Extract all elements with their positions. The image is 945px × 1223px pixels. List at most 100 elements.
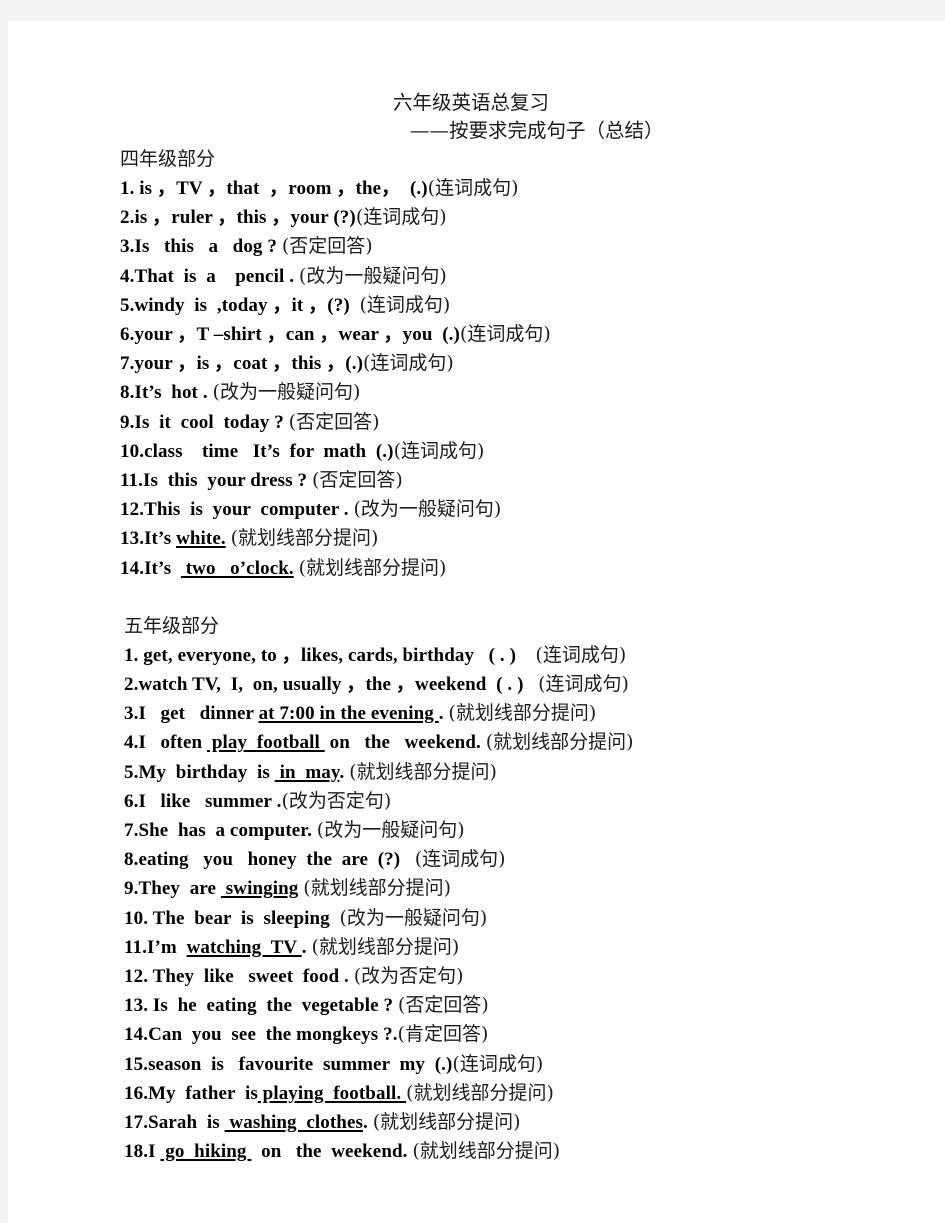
question-number: 11. <box>124 936 148 958</box>
question-underlined-text: at 7:00 in the evening <box>258 703 439 725</box>
question-text-before: your ，is ，coat ，this ，(.) <box>134 353 364 375</box>
question-item: 9.Is it cool today ? (否定回答) <box>120 408 945 437</box>
question-number: 1. <box>120 178 135 199</box>
question-instruction: (否定回答) <box>288 410 380 433</box>
question-underlined-text: in may <box>274 761 340 783</box>
document-subtitle: ——按要求完成句子（总结） <box>410 119 664 142</box>
question-item: 10. The bear is sleeping (改为一般疑问句) <box>124 904 945 933</box>
section-heading-grade-4: 四年级部分 <box>120 148 216 170</box>
question-item: 3.Is this a dog ? (否定回答) <box>120 232 945 261</box>
question-text-before: This is your computer . <box>144 499 354 521</box>
question-item: 5.My birthday is in may. (就划线部分提问) <box>124 758 945 787</box>
question-item: 13.It’s white. (就划线部分提问) <box>120 524 945 553</box>
question-instruction: (改为一般疑问句) <box>339 906 488 929</box>
question-instruction: (改为否定句) <box>353 965 464 988</box>
question-text-before: My birthday is <box>138 761 275 783</box>
question-instruction: (就划线部分提问) <box>406 1081 554 1104</box>
question-item: 11.I’m watching TV . (就划线部分提问) <box>124 933 945 962</box>
question-instruction: (连词成句) <box>414 848 506 871</box>
question-text-before: It’s <box>144 557 181 579</box>
question-instruction: (就划线部分提问) <box>230 527 379 550</box>
question-text-before: I often <box>138 732 208 754</box>
question-text-before: It’s hot . <box>134 382 213 404</box>
question-number: 13. <box>120 528 145 550</box>
question-item: 8.It’s hot . (改为一般疑问句) <box>120 378 945 407</box>
question-instruction: (就划线部分提问) <box>349 760 497 783</box>
section-heading-grade-5: 五年级部分 <box>124 614 220 637</box>
question-instruction: (否定回答) <box>397 994 489 1017</box>
question-number: 10. <box>124 907 149 929</box>
question-number: 8. <box>120 382 135 404</box>
question-list-grade-5: 1. get, everyone, to ，likes, cards, birt… <box>124 641 945 1167</box>
question-underlined-text: washing clothes <box>224 1112 363 1134</box>
question-instruction: (肯定回答) <box>397 1023 489 1046</box>
question-text-before: I <box>148 1141 161 1163</box>
question-item: 4.That is a pencil . (改为一般疑问句) <box>120 262 945 291</box>
question-number: 14. <box>120 557 145 579</box>
question-instruction: (就划线部分提问) <box>412 1140 561 1163</box>
question-text-before: Is this a dog ? <box>134 236 282 258</box>
question-instruction: (连词成句) <box>452 1052 544 1075</box>
question-text-before: They are <box>138 878 221 900</box>
question-text-before: Is it cool today ? <box>134 411 289 433</box>
question-instruction: (改为一般疑问句) <box>298 264 447 287</box>
question-instruction: (连词成句) <box>427 177 519 199</box>
page-sheet: 六年级英语总复习 ——按要求完成句子（总结） 四年级部分 1. is ，TV ，… <box>8 21 945 1223</box>
question-text-before: I like summer . <box>138 790 282 812</box>
question-item: 1. is ，TV ，that ，room ，the， (.)(连词成句) <box>120 174 945 203</box>
question-instruction: (就划线部分提问) <box>303 877 452 900</box>
question-number: 17. <box>124 1112 149 1134</box>
question-number: 5. <box>120 294 135 316</box>
document-content: 六年级英语总复习 ——按要求完成句子（总结） 四年级部分 1. is ，TV ，… <box>8 21 945 1167</box>
question-number: 8. <box>124 849 139 871</box>
question-item: 15.season is favourite summer my (.)(连词成… <box>124 1050 945 1079</box>
question-number: 6. <box>124 790 139 812</box>
question-text-before: Can you see the mongkeys ?. <box>148 1024 398 1046</box>
question-text-before: I’m <box>147 936 187 958</box>
question-text-after: . <box>438 703 449 725</box>
question-underlined-text: swinging <box>220 878 299 900</box>
question-text-before: your ，T –shirt ，can ，wear ，you (.) <box>134 324 460 346</box>
question-instruction: (连词成句) <box>359 293 451 316</box>
question-number: 2. <box>124 674 139 696</box>
question-item: 5.windy is ,today ，it ，(?) (连词成句) <box>120 291 945 320</box>
question-instruction: (就划线部分提问) <box>485 731 634 754</box>
question-text-after: . <box>301 936 312 958</box>
question-item: 6.your ，T –shirt ，can ，wear ，you (.)(连词成… <box>120 320 945 349</box>
question-underlined-text: play football <box>207 732 325 754</box>
question-number: 2. <box>120 207 135 229</box>
question-item: 17.Sarah is washing clothes. (就划线部分提问) <box>124 1108 945 1137</box>
question-text-before: watch TV, I, on, usually ，the ，weekend (… <box>138 674 539 696</box>
question-text-before: They like sweet food . <box>148 966 354 988</box>
question-number: 5. <box>124 761 139 783</box>
question-number: 4. <box>120 265 135 287</box>
question-item: 18.I go hiking on the weekend. (就划线部分提问) <box>124 1137 945 1166</box>
question-item: 14.Can you see the mongkeys ?.(肯定回答) <box>124 1020 945 1049</box>
question-instruction: (就划线部分提问) <box>311 935 460 958</box>
question-item: 8.eating you honey the are (?) (连词成句) <box>124 845 945 874</box>
question-text-after: on the weekend. <box>251 1141 413 1163</box>
section-grade-4: 四年级部分 1. is ，TV ，that ，room ，the， (.)(连词… <box>8 145 945 583</box>
question-underlined-text: white. <box>176 528 226 550</box>
question-item: 7.She has a computer. (改为一般疑问句) <box>124 816 945 845</box>
question-item: 6.I like summer .(改为否定句) <box>124 787 945 816</box>
question-underlined-text: watching TV <box>186 936 302 958</box>
question-instruction: (改为一般疑问句) <box>353 498 502 521</box>
question-number: 9. <box>120 411 135 433</box>
question-text-before: My father is <box>148 1082 258 1104</box>
question-item: 12. They like sweet food . (改为否定句) <box>124 962 945 991</box>
question-instruction: (改为否定句) <box>281 789 392 812</box>
question-instruction: (就划线部分提问) <box>372 1111 521 1134</box>
question-number: 7. <box>120 353 135 375</box>
question-number: 14. <box>124 1024 149 1046</box>
question-item: 2.is ，ruler ，this ，your (?)(连词成句) <box>120 203 945 232</box>
question-item: 13. Is he eating the vegetable ? (否定回答) <box>124 991 945 1020</box>
question-text-before: Is this your dress ? <box>143 470 312 492</box>
question-number: 3. <box>124 703 139 725</box>
question-text-before: Sarah is <box>148 1112 225 1134</box>
question-text-before: windy is ,today ，it ，(?) <box>134 294 360 316</box>
question-list-grade-4: 1. is ，TV ，that ，room ，the， (.)(连词成句) 2.i… <box>120 174 945 583</box>
question-instruction: (连词成句) <box>363 352 454 375</box>
question-number: 9. <box>124 878 139 900</box>
question-item: 2.watch TV, I, on, usually ，the ，weekend… <box>124 670 945 699</box>
